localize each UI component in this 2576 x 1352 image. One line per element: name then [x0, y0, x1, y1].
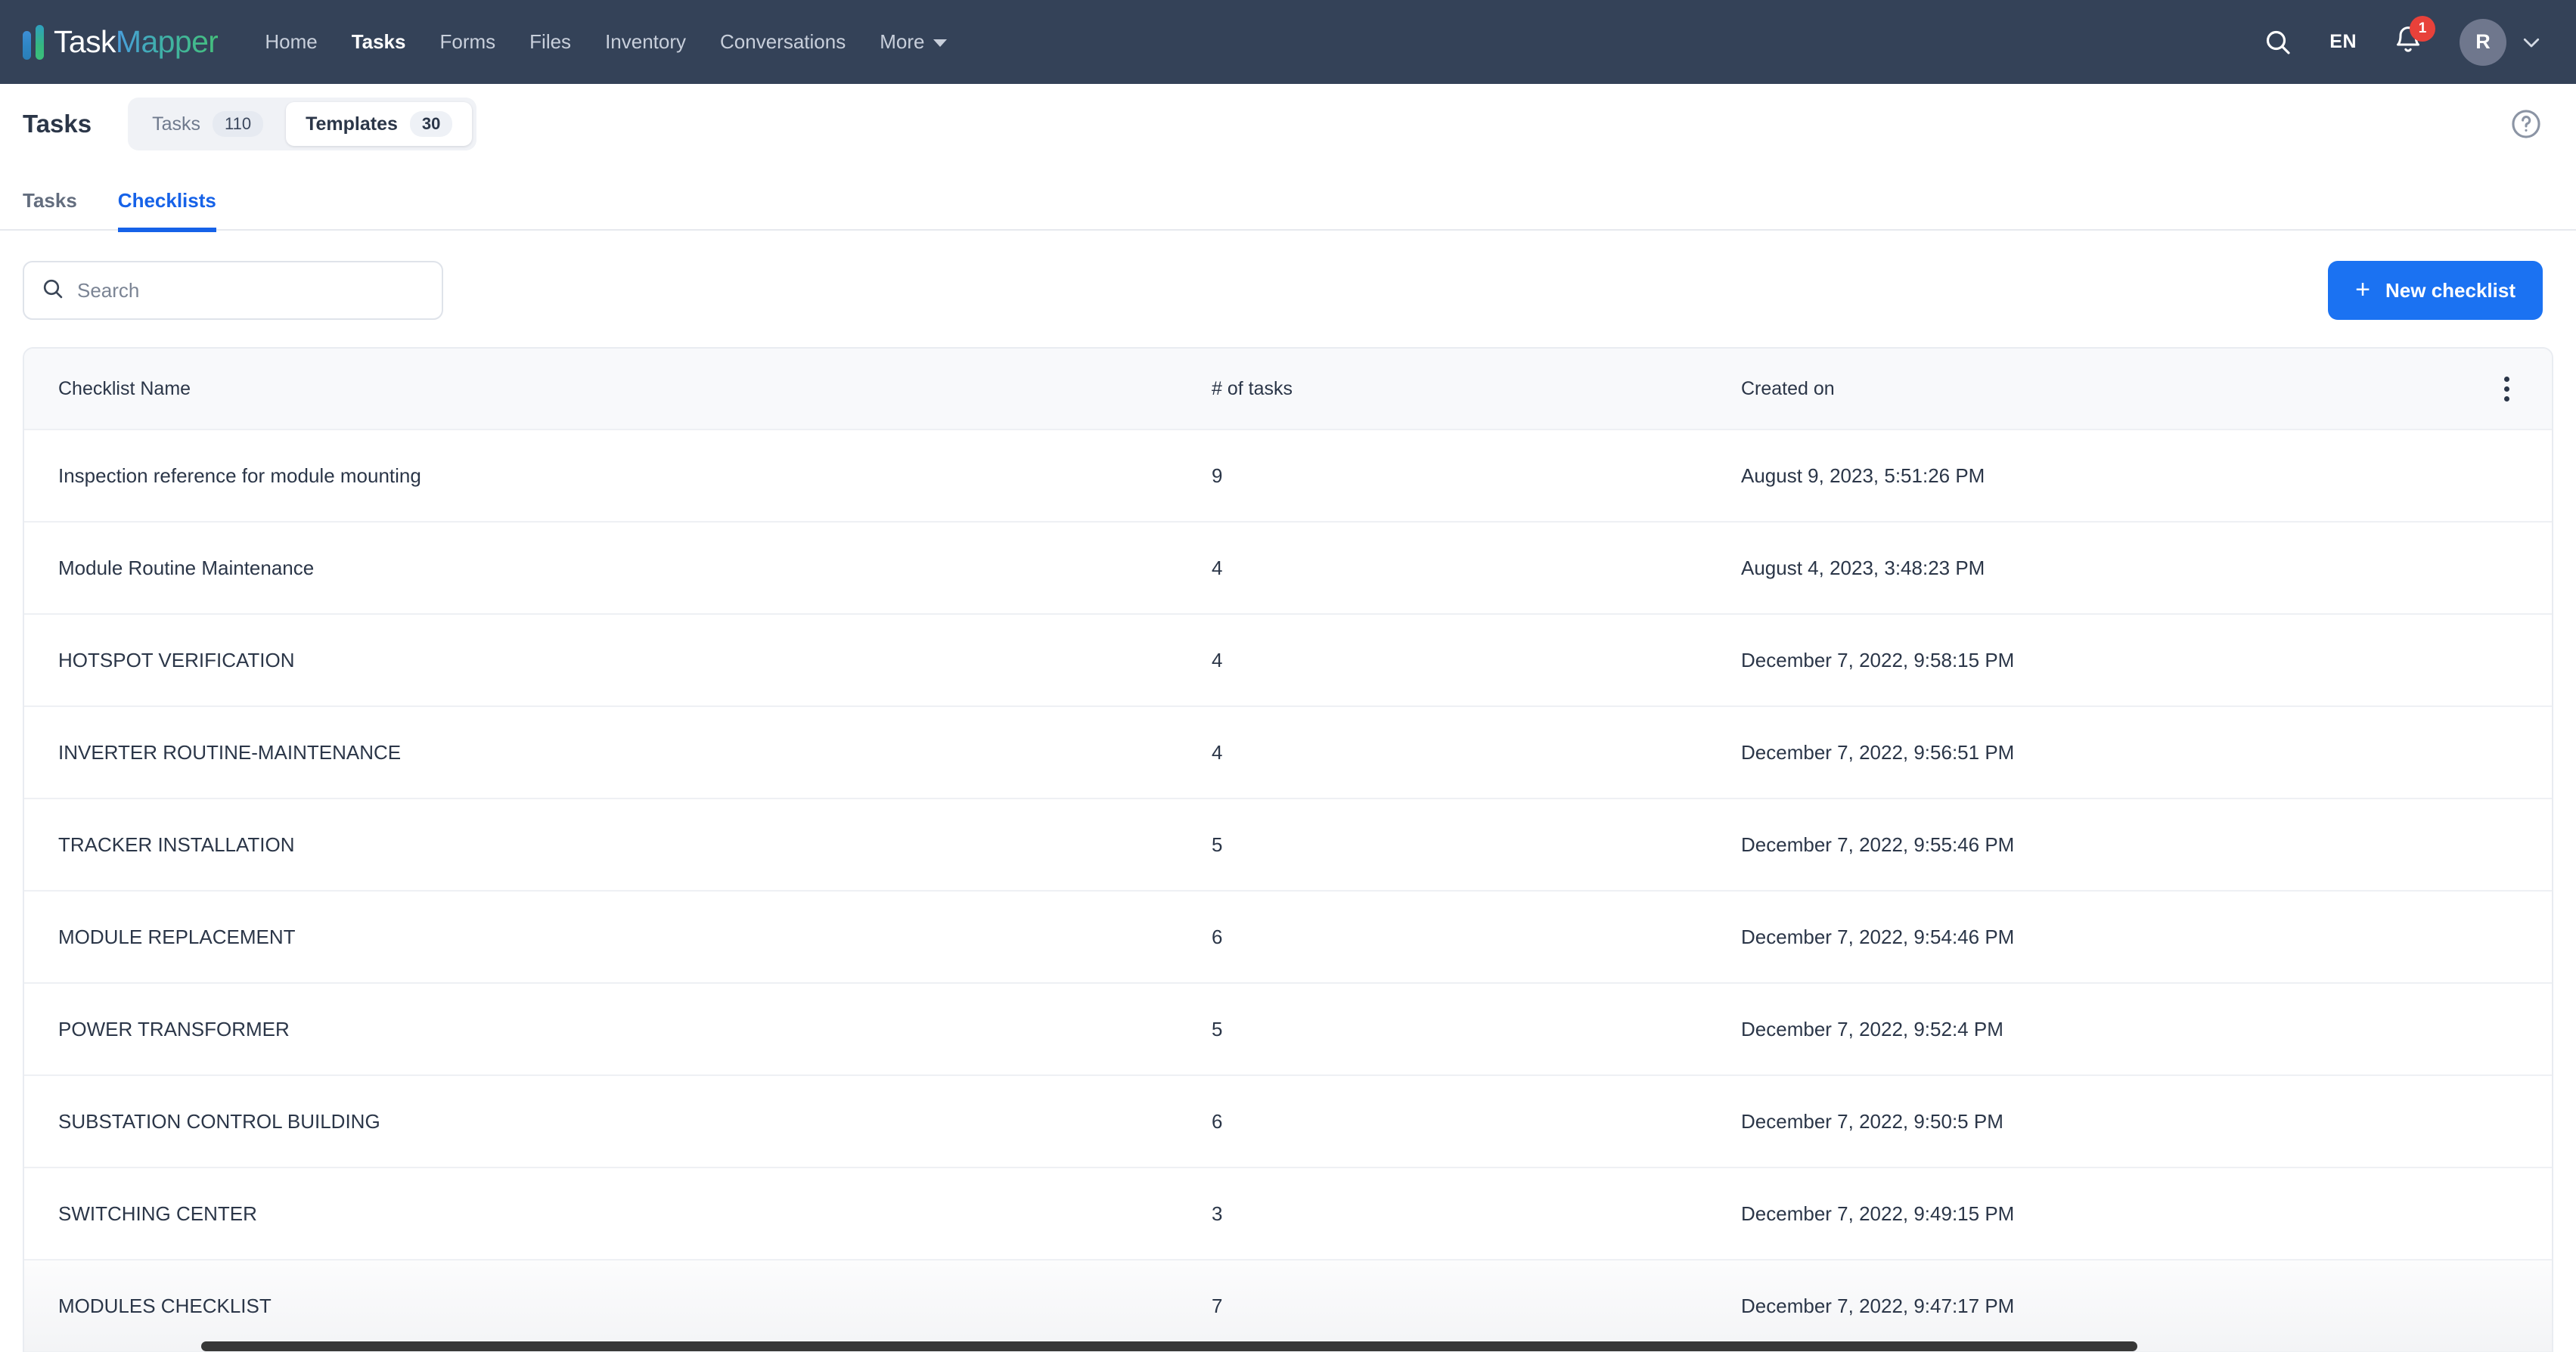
- segment-tasks[interactable]: Tasks 110: [132, 102, 283, 146]
- nav-item-label: Tasks: [351, 30, 406, 53]
- table-row[interactable]: HOTSPOT VERIFICATION 4 December 7, 2022,…: [24, 615, 2552, 707]
- search-icon[interactable]: [2263, 27, 2293, 57]
- cell-number-of-tasks: 5: [1212, 833, 1223, 856]
- page-title: Tasks: [23, 110, 92, 138]
- chevron-down-icon: [2520, 31, 2543, 54]
- segment-label: Tasks: [152, 113, 201, 135]
- nav-right-actions: EN 1 R: [2263, 16, 2543, 66]
- cell-checklist-name: INVERTER ROUTINE-MAINTENANCE: [58, 740, 402, 764]
- page-header: Tasks Tasks 110 Templates 30: [0, 84, 2576, 164]
- cell-created-on: December 7, 2022, 9:50:5 PM: [1741, 1109, 2003, 1133]
- cell-number-of-tasks: 3: [1212, 1202, 1223, 1225]
- cell-created-on: August 9, 2023, 5:51:26 PM: [1741, 464, 1985, 487]
- table-row[interactable]: POWER TRANSFORMER 5 December 7, 2022, 9:…: [24, 984, 2552, 1076]
- table-row[interactable]: Inspection reference for module mounting…: [24, 430, 2552, 523]
- cell-number-of-tasks: 4: [1212, 556, 1223, 579]
- cell-created-on: December 7, 2022, 9:55:46 PM: [1741, 833, 2015, 856]
- column-header-number-of-tasks[interactable]: # of tasks: [1212, 378, 1741, 400]
- search-icon: [41, 277, 65, 305]
- checklists-table: Checklist Name # of tasks Created on Ins…: [23, 347, 2553, 1352]
- search-box[interactable]: [23, 261, 443, 320]
- cell-created-on: December 7, 2022, 9:52:4 PM: [1741, 1017, 2003, 1040]
- language-selector[interactable]: EN: [2329, 31, 2357, 53]
- nav-item-more[interactable]: More: [880, 30, 948, 54]
- nav-item-home[interactable]: Home: [265, 30, 317, 54]
- nav-item-conversations[interactable]: Conversations: [720, 30, 846, 54]
- table-row[interactable]: MODULE REPLACEMENT 6 December 7, 2022, 9…: [24, 892, 2552, 984]
- help-circle-icon[interactable]: [2509, 107, 2543, 141]
- view-segmented-control: Tasks 110 Templates 30: [128, 98, 477, 150]
- column-header-checklist-name[interactable]: Checklist Name: [24, 378, 1212, 400]
- segment-templates[interactable]: Templates 30: [286, 102, 473, 146]
- table-row[interactable]: INVERTER ROUTINE-MAINTENANCE 4 December …: [24, 707, 2552, 799]
- segment-count: 30: [409, 111, 453, 137]
- cell-number-of-tasks: 4: [1212, 740, 1223, 764]
- top-navigation-bar: TaskMapper Home Tasks Forms Files Invent…: [0, 0, 2576, 84]
- nav-item-label: Files: [529, 30, 572, 53]
- horizontal-scrollbar-thumb[interactable]: [201, 1341, 2137, 1351]
- avatar: R: [2460, 18, 2506, 66]
- table-row[interactable]: MODULES CHECKLIST 7 December 7, 2022, 9:…: [24, 1261, 2552, 1352]
- cell-number-of-tasks: 6: [1212, 925, 1223, 948]
- nav-item-label: Conversations: [720, 30, 846, 53]
- content-toolbar: + New checklist: [0, 231, 2576, 347]
- cell-number-of-tasks: 6: [1212, 1109, 1223, 1133]
- logo-text-mapper: Mapper: [115, 24, 219, 59]
- cell-created-on: December 7, 2022, 9:54:46 PM: [1741, 925, 2015, 948]
- new-checklist-label: New checklist: [2385, 278, 2515, 302]
- nav-item-tasks[interactable]: Tasks: [352, 30, 406, 54]
- nav-item-inventory[interactable]: Inventory: [605, 30, 686, 54]
- nav-item-forms[interactable]: Forms: [439, 30, 495, 54]
- notifications-button[interactable]: 1: [2393, 16, 2435, 59]
- cell-checklist-name: MODULES CHECKLIST: [58, 1294, 272, 1317]
- search-input[interactable]: [77, 278, 425, 302]
- cell-created-on: December 7, 2022, 9:49:15 PM: [1741, 1202, 2015, 1225]
- logo-text-task: Task: [54, 24, 116, 59]
- user-menu[interactable]: R: [2460, 18, 2543, 66]
- table-row[interactable]: SUBSTATION CONTROL BUILDING 6 December 7…: [24, 1076, 2552, 1168]
- cell-number-of-tasks: 9: [1212, 464, 1223, 487]
- nav-item-label: Inventory: [605, 30, 687, 53]
- logo-bars-icon: [23, 24, 44, 60]
- nav-item-files[interactable]: Files: [529, 30, 571, 54]
- segment-count: 110: [213, 111, 264, 137]
- cell-checklist-name: SUBSTATION CONTROL BUILDING: [58, 1109, 380, 1133]
- table-row[interactable]: Module Routine Maintenance 4 August 4, 2…: [24, 523, 2552, 615]
- cell-created-on: August 4, 2023, 3:48:23 PM: [1741, 556, 1985, 579]
- new-checklist-button[interactable]: + New checklist: [2328, 261, 2543, 320]
- cell-number-of-tasks: 7: [1212, 1294, 1223, 1317]
- primary-nav-items: Home Tasks Forms Files Inventory Convers…: [265, 30, 948, 54]
- logo-text: TaskMapper: [54, 24, 219, 60]
- cell-number-of-tasks: 4: [1212, 648, 1223, 671]
- nav-item-label: Home: [265, 30, 318, 53]
- table-row[interactable]: TRACKER INSTALLATION 5 December 7, 2022,…: [24, 799, 2552, 892]
- brand-logo[interactable]: TaskMapper: [23, 24, 219, 60]
- kebab-menu-icon: [2498, 371, 2515, 408]
- cell-checklist-name: TRACKER INSTALLATION: [58, 833, 295, 856]
- cell-created-on: December 7, 2022, 9:58:15 PM: [1741, 648, 2015, 671]
- table-header-row: Checklist Name # of tasks Created on: [24, 349, 2552, 430]
- tab-tasks[interactable]: Tasks: [23, 189, 77, 232]
- nav-item-label: Forms: [439, 30, 496, 53]
- notification-count-badge: 1: [2410, 16, 2435, 42]
- column-header-created-on[interactable]: Created on: [1741, 378, 2461, 400]
- section-tabs: Tasks Checklists: [0, 164, 2576, 232]
- segment-label: Templates: [306, 113, 398, 135]
- cell-checklist-name: Inspection reference for module mounting: [58, 464, 421, 487]
- horizontal-scrollbar[interactable]: [24, 1339, 2552, 1352]
- table-options-button[interactable]: [2461, 371, 2552, 408]
- cell-checklist-name: HOTSPOT VERIFICATION: [58, 648, 295, 671]
- cell-created-on: December 7, 2022, 9:47:17 PM: [1741, 1294, 2015, 1317]
- cell-checklist-name: SWITCHING CENTER: [58, 1202, 257, 1225]
- cell-checklist-name: MODULE REPLACEMENT: [58, 925, 296, 948]
- cell-checklist-name: Module Routine Maintenance: [58, 556, 315, 579]
- plus-icon: +: [2355, 274, 2371, 304]
- cell-checklist-name: POWER TRANSFORMER: [58, 1017, 290, 1040]
- table-row[interactable]: SWITCHING CENTER 3 December 7, 2022, 9:4…: [24, 1168, 2552, 1261]
- cell-number-of-tasks: 5: [1212, 1017, 1223, 1040]
- tab-checklists[interactable]: Checklists: [117, 189, 216, 232]
- cell-created-on: December 7, 2022, 9:56:51 PM: [1741, 740, 2015, 764]
- chevron-down-icon: [933, 39, 948, 47]
- nav-item-label: More: [880, 30, 925, 53]
